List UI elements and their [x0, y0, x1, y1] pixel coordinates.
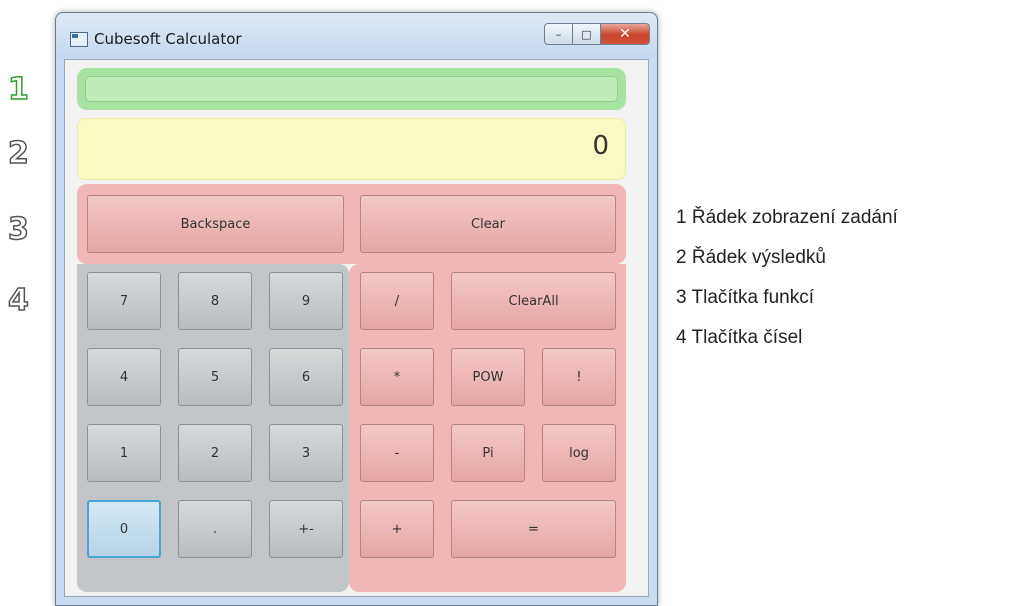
- close-icon: ✕: [619, 26, 631, 42]
- result-zone: 0: [77, 118, 626, 180]
- pi-button[interactable]: Pi: [451, 424, 525, 482]
- legend-item: 4 Tlačítka čísel: [676, 327, 803, 348]
- digit-9-button[interactable]: 9: [269, 272, 343, 330]
- maximize-icon: □: [581, 27, 592, 41]
- digit-3-button[interactable]: 3: [269, 424, 343, 482]
- close-button[interactable]: ✕: [601, 23, 650, 45]
- maximize-button[interactable]: □: [573, 23, 601, 45]
- legend: 1 Řádek zobrazení zadání 2 Řádek výsledk…: [676, 200, 898, 360]
- factorial-button[interactable]: !: [542, 348, 616, 406]
- clear-all-button[interactable]: ClearAll: [451, 272, 616, 330]
- marker-2: 2: [7, 135, 29, 172]
- calculator-window-icon[interactable]: [70, 32, 88, 47]
- legend-item: 2 Řádek výsledků: [676, 247, 826, 268]
- plus-button[interactable]: +: [360, 500, 434, 558]
- clear-button[interactable]: Clear: [360, 195, 616, 253]
- equals-button[interactable]: =: [451, 500, 616, 558]
- sign-toggle-button[interactable]: +-: [269, 500, 343, 558]
- calculator-body: 0 Backspace Clear 7 8 9 4 5 6 1 2 3 0 . …: [64, 59, 649, 597]
- log-button[interactable]: log: [542, 424, 616, 482]
- marker-3: 3: [7, 211, 29, 248]
- multiply-button[interactable]: *: [360, 348, 434, 406]
- digit-1-button[interactable]: 1: [87, 424, 161, 482]
- input-display[interactable]: [85, 76, 618, 102]
- calculator-window: Cubesoft Calculator – □ ✕ 0 Backspace Cl…: [55, 12, 658, 606]
- digit-5-button[interactable]: 5: [178, 348, 252, 406]
- power-button[interactable]: POW: [451, 348, 525, 406]
- digit-4-button[interactable]: 4: [87, 348, 161, 406]
- title-bar[interactable]: Cubesoft Calculator – □ ✕: [56, 13, 657, 59]
- legend-item: 3 Tlačítka funkcí: [676, 287, 814, 308]
- marker-1: 1: [7, 71, 29, 108]
- digit-6-button[interactable]: 6: [269, 348, 343, 406]
- minimize-button[interactable]: –: [544, 23, 573, 45]
- minimize-icon: –: [555, 27, 562, 41]
- caption-buttons: – □ ✕: [544, 23, 650, 45]
- window-title: Cubesoft Calculator: [94, 30, 242, 48]
- legend-item: 1 Řádek zobrazení zadání: [676, 207, 898, 228]
- decimal-point-button[interactable]: .: [178, 500, 252, 558]
- digit-7-button[interactable]: 7: [87, 272, 161, 330]
- minus-button[interactable]: -: [360, 424, 434, 482]
- digit-0-button[interactable]: 0: [87, 500, 161, 558]
- result-display: 0: [592, 131, 609, 161]
- backspace-button[interactable]: Backspace: [87, 195, 344, 253]
- marker-4: 4: [7, 282, 29, 319]
- digit-8-button[interactable]: 8: [178, 272, 252, 330]
- divide-button[interactable]: /: [360, 272, 434, 330]
- digit-2-button[interactable]: 2: [178, 424, 252, 482]
